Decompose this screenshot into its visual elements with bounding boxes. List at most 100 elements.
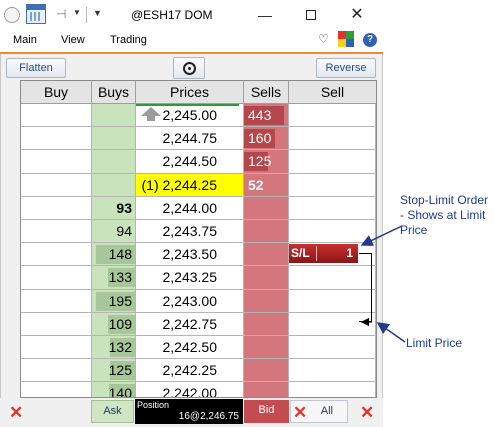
header-sell[interactable]: Sell (289, 81, 376, 104)
help-icon[interactable]: ? (363, 33, 377, 47)
ask-button[interactable]: Ask (91, 400, 134, 423)
ladder-row[interactable]: 109 2,242.75 (21, 312, 376, 336)
price-ladder[interactable]: Buy Buys Prices Sells Sell 2,245.00 443 2,… (20, 80, 377, 398)
buys-value: 109 (108, 315, 132, 332)
menu-trading[interactable]: Trading (110, 34, 147, 46)
buys-value: 133 (108, 269, 132, 286)
limit-range-bracket (359, 253, 372, 322)
cancel-sell-orders-icon[interactable]: ✕ (360, 404, 374, 421)
sells-cell (244, 196, 289, 220)
panel-accent-line (0, 52, 383, 54)
cancel-buy-orders-icon[interactable]: ✕ (9, 404, 23, 421)
sell-cell[interactable] (289, 382, 376, 397)
buy-cell[interactable] (21, 220, 92, 244)
sells-cell: 125 (244, 150, 289, 174)
center-button[interactable] (173, 57, 205, 79)
header-buy[interactable]: Buy (21, 81, 92, 104)
sell-cell[interactable] (289, 150, 376, 174)
header-sells[interactable]: Sells (244, 81, 289, 104)
title-bar: ⊣ ▼ ▼ @ESH17 DOM — ✕ (0, 0, 383, 30)
reverse-button[interactable]: Reverse (316, 58, 376, 78)
header-prices[interactable]: Prices (136, 81, 244, 104)
toolbar-separator (86, 7, 87, 23)
stop-limit-order[interactable]: S/L 1 (289, 244, 358, 263)
buy-cell[interactable] (21, 336, 92, 360)
ladder-row[interactable]: 132 2,242.50 (21, 336, 376, 360)
header-buys[interactable]: Buys (92, 81, 136, 104)
sells-value: 443 (248, 107, 272, 123)
price-cell: 2,242.00 (136, 382, 244, 397)
buys-value: 125 (108, 362, 132, 379)
ladder-row[interactable]: 140 2,242.00 (21, 382, 376, 397)
sell-cell[interactable] (289, 173, 376, 197)
buys-value: 132 (108, 339, 132, 355)
buy-cell[interactable] (21, 104, 92, 128)
buy-cell[interactable] (21, 312, 92, 336)
window-title: @ESH17 DOM (131, 8, 213, 22)
price-cell: 2,244.50 (136, 150, 244, 174)
buys-cell (92, 127, 136, 151)
buy-cell[interactable] (21, 289, 92, 313)
ladder-row[interactable]: (1) 2,244.25 52 (21, 173, 376, 197)
bid-button[interactable]: Bid (244, 400, 289, 423)
menu-main[interactable]: Main (13, 34, 37, 46)
price-cell: 2,242.25 (136, 359, 244, 383)
buy-cell[interactable] (21, 173, 92, 197)
calendar-icon[interactable] (26, 4, 46, 24)
buys-cell (92, 150, 136, 174)
ladder-row[interactable]: 2,244.75 160 (21, 127, 376, 151)
buy-cell[interactable] (21, 359, 92, 383)
ladder-row[interactable]: 195 2,243.00 (21, 289, 376, 313)
ladder-row[interactable]: 125 2,242.25 (21, 359, 376, 383)
buy-cell[interactable] (21, 266, 92, 290)
sell-cell[interactable] (289, 359, 376, 383)
buys-cell: 133 (92, 266, 136, 290)
flatten-button[interactable]: Flatten (6, 58, 66, 78)
buys-value: 195 (108, 292, 132, 309)
price-cell: 2,244.00 (136, 196, 244, 220)
sells-cell (244, 243, 289, 267)
order-quantity: 1 (346, 246, 353, 260)
buys-cell: 148 (92, 243, 136, 267)
ladder-row[interactable]: 93 2,244.00 (21, 196, 376, 220)
buy-cell[interactable] (21, 382, 92, 397)
sells-cell (244, 266, 289, 290)
sells-cell (244, 336, 289, 360)
menu-bar: Main View Trading ♡ (0, 30, 383, 52)
ladder-row[interactable]: 133 2,243.25 (21, 266, 376, 290)
menu-view[interactable]: View (61, 34, 85, 46)
minimize-button[interactable]: — (254, 6, 276, 24)
price-cell: (1) 2,244.25 (136, 173, 244, 197)
buy-cell[interactable] (21, 150, 92, 174)
pin-dropdown-icon[interactable]: ▼ (73, 8, 81, 17)
buys-cell (92, 173, 136, 197)
crosshair-icon (183, 62, 196, 75)
sells-cell: 443 (244, 104, 289, 128)
buys-cell (92, 104, 136, 128)
app-circle-icon[interactable] (4, 7, 20, 23)
cancel-all-icon[interactable]: ✕ (293, 404, 307, 421)
position-value: 16@2,246.75 (178, 411, 239, 422)
heart-icon[interactable]: ♡ (318, 32, 329, 46)
buy-cell[interactable] (21, 196, 92, 220)
price-cell: 2,244.75 (136, 127, 244, 151)
pin-icon[interactable]: ⊣ (56, 7, 66, 21)
buys-cell: 140 (92, 382, 136, 397)
price-cell: 2,243.25 (136, 266, 244, 290)
sell-cell[interactable] (289, 220, 376, 244)
buys-value: 93 (116, 199, 132, 216)
buy-cell[interactable] (21, 243, 92, 267)
buy-cell[interactable] (21, 127, 92, 151)
sell-cell[interactable] (289, 104, 376, 128)
sell-cell[interactable] (289, 196, 376, 220)
ladder-row[interactable]: 94 2,243.75 (21, 220, 376, 244)
sells-cell (244, 312, 289, 336)
maximize-button[interactable] (300, 6, 322, 24)
ladder-row[interactable]: 2,244.50 125 (21, 150, 376, 174)
quick-access-dropdown-icon[interactable]: ▼ (93, 8, 102, 18)
sells-cell (244, 289, 289, 313)
ladder-row[interactable]: 2,245.00 443 (21, 104, 376, 128)
close-button[interactable]: ✕ (346, 6, 368, 24)
sell-cell[interactable] (289, 127, 376, 151)
sell-cell[interactable] (289, 336, 376, 360)
